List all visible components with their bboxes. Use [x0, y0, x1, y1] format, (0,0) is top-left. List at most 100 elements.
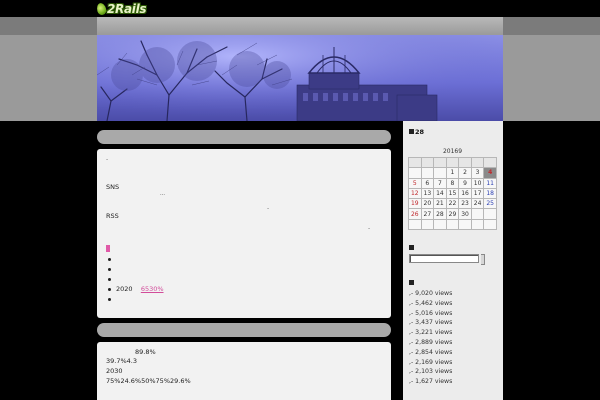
calendar-day[interactable]: 12 [408, 187, 422, 200]
popular-posts-list: ,- 9,020 views ,- 5,462 views ,- 5,016 vie… [409, 289, 501, 387]
leaf-drop-icon [95, 1, 108, 16]
calendar-day[interactable]: 18 [483, 187, 497, 200]
calendar-day[interactable]: 22 [445, 198, 460, 210]
calendar-day [458, 156, 472, 169]
calendar-day[interactable]: 28 [433, 208, 447, 220]
calendar-day[interactable]: 13 [420, 187, 435, 200]
calendar-day [408, 218, 422, 231]
calendar-heading: 28 [409, 128, 424, 136]
popular-post-item[interactable]: ,- 2,169 views [409, 358, 501, 368]
calendar-week: 5 6 7 8 9 10 11 [408, 177, 497, 189]
post-text: . [267, 203, 270, 211]
post-text: 89.8% [135, 348, 156, 356]
calendar-day [433, 167, 447, 179]
list-item [106, 295, 164, 305]
calendar-day[interactable]: 25 [483, 198, 497, 210]
list-item [106, 265, 164, 275]
calendar-day[interactable]: 9 [458, 177, 472, 189]
post-title-bar[interactable] [97, 130, 391, 144]
calendar-day [433, 156, 447, 169]
calendar-day [470, 156, 485, 169]
post-text: … [160, 191, 165, 197]
calendar-day[interactable]: 5 [408, 177, 422, 189]
post-text: SNS [106, 183, 120, 191]
popular-post-item[interactable]: ,- 2,889 views [409, 338, 501, 348]
search-input[interactable] [409, 254, 479, 263]
sidebar: 28 20169 1 2 3 4 5 6 7 8 9 10 11 12 13 14 15 16 17 18 19 20… [403, 121, 503, 400]
post-link[interactable]: 6530% [141, 285, 164, 293]
post-list: 2020 6530% [106, 255, 164, 305]
list-item-text: 2020 [116, 285, 133, 293]
calendar-day[interactable]: 21 [433, 198, 447, 210]
calendar-week: 1234 [408, 167, 497, 179]
calendar-day[interactable]: 19 [408, 198, 422, 210]
post-body: 89.8% 39.7%4.3 2030 75%24.6%50%75%29.6% [97, 342, 391, 400]
calendar-day[interactable]: 3 [470, 167, 485, 179]
post-text: . [368, 223, 371, 231]
calendar-day[interactable]: 1 [445, 167, 460, 179]
calendar-day [420, 156, 435, 169]
calendar-day[interactable]: 8 [445, 177, 460, 189]
calendar-day[interactable]: 15 [445, 187, 460, 200]
calendar-day[interactable]: 23 [458, 198, 472, 210]
main-content: . SNS … . RSS . 2020 6530% 89.8% 39.7%4.… [97, 127, 395, 400]
post-text: . [106, 154, 109, 162]
post-text: 75%24.6%50%75%29.6% [106, 377, 191, 385]
calendar-day[interactable]: 24 [470, 198, 485, 210]
popular-heading [409, 279, 415, 287]
banner-side-right [503, 35, 600, 121]
heading-square-icon [409, 280, 414, 285]
popular-post-item[interactable]: ,- 5,016 views [409, 309, 501, 319]
calendar-day [420, 167, 435, 179]
calendar-day[interactable]: 10 [470, 177, 485, 189]
logo-text: 2Rails [107, 1, 147, 16]
calendar-day[interactable]: 27 [420, 208, 435, 220]
list-item [106, 275, 164, 285]
calendar-week: 19 20 21 22 23 24 25 [408, 198, 497, 210]
calendar-day[interactable]: 26 [408, 208, 422, 220]
calendar-day[interactable]: 6 [420, 177, 435, 189]
calendar-day [433, 218, 447, 231]
banner-side-left [0, 35, 97, 121]
calendar-day[interactable]: 4 [483, 167, 497, 179]
post-title-bar[interactable] [97, 323, 391, 337]
calendar-day[interactable]: 2 [458, 167, 472, 179]
calendar-day[interactable]: 14 [433, 187, 447, 200]
pink-marker [106, 245, 110, 252]
calendar-day [483, 208, 497, 220]
popular-post-item[interactable]: ,- 3,221 views [409, 328, 501, 338]
calendar-day [445, 156, 460, 169]
calendar-day [408, 167, 422, 179]
calendar-day [408, 156, 422, 169]
navigation-bar [0, 17, 600, 35]
calendar-day[interactable]: 29 [445, 208, 460, 220]
popular-post-item[interactable]: ,- 9,020 views [409, 289, 501, 299]
calendar-day [470, 208, 485, 220]
popular-post-item[interactable]: ,- 2,103 views [409, 367, 501, 377]
calendar-day[interactable]: 20 [420, 198, 435, 210]
calendar-day[interactable]: 16 [458, 187, 472, 200]
heading-square-icon [409, 245, 414, 250]
calendar-week [408, 218, 497, 231]
calendar-day[interactable]: 17 [470, 187, 485, 200]
calendar-day[interactable]: 30 [458, 208, 472, 220]
calendar-week: 12 13 14 15 16 17 18 [408, 187, 497, 200]
popular-post-item[interactable]: ,- 2,854 views [409, 348, 501, 358]
popular-post-item[interactable]: ,- 3,437 views [409, 318, 501, 328]
calendar-day [483, 218, 497, 231]
post-body: . SNS … . RSS . 2020 6530% [97, 149, 391, 318]
search-button[interactable] [481, 254, 485, 265]
popular-post-item[interactable]: ,- 1,627 views [409, 377, 501, 387]
site-logo[interactable]: 2Rails [95, 0, 147, 17]
calendar-day [470, 218, 485, 231]
list-item [106, 255, 164, 265]
header-banner-image [97, 35, 503, 121]
navigation-bar-inner [97, 17, 503, 35]
calendar-day[interactable]: 7 [433, 177, 447, 189]
search-heading [409, 244, 415, 252]
popular-post-item[interactable]: ,- 5,462 views [409, 299, 501, 309]
post-text: 39.7%4.3 [106, 357, 137, 365]
post-text: RSS [106, 212, 119, 220]
calendar-day[interactable]: 11 [483, 177, 497, 189]
top-bar [0, 0, 600, 17]
